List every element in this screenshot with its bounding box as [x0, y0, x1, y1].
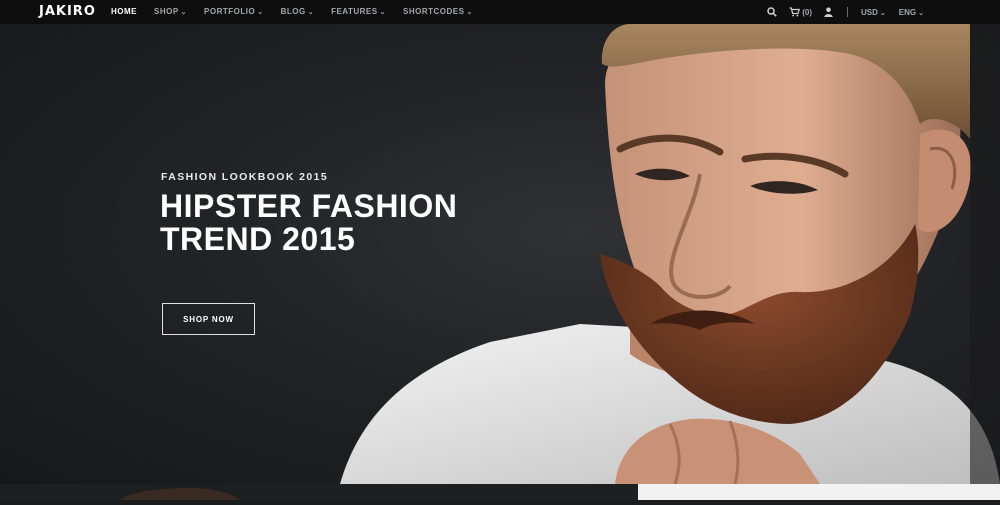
chevron-down-icon: ⌄ — [180, 8, 188, 16]
nav-item-shortcodes[interactable]: SHORTCODES ⌄ — [403, 0, 473, 25]
nav-utilities: (0) USD ⌄ ENG ⌄ — [755, 0, 924, 24]
hero-headline-line2: TREND 2015 — [160, 221, 356, 257]
top-navbar: JAKIRO HOME SHOP ⌄ PORTFOLIO ⌄ BLOG ⌄ FEATU… — [0, 0, 1000, 24]
nav-divider — [847, 7, 849, 17]
language-selector[interactable]: ENG ⌄ — [899, 8, 924, 17]
user-icon[interactable] — [824, 7, 833, 17]
nav-item-portfolio-label: PORTFOLIO — [204, 6, 256, 16]
main-menu: HOME SHOP ⌄ PORTFOLIO ⌄ BLOG ⌄ FEATURES ⌄ SH… — [111, 0, 490, 24]
chevron-down-icon: ⌄ — [257, 8, 264, 16]
hero-headline-line1: HIPSTER FASHION — [160, 188, 458, 224]
chevron-down-icon: ⌄ — [879, 9, 886, 17]
hero-slider: FASHION LOOKBOOK 2015 HIPSTER FASHION TR… — [0, 24, 1000, 484]
cart-button[interactable]: (0) — [789, 7, 812, 17]
nav-item-blog[interactable]: BLOG ⌄ — [281, 0, 314, 25]
language-label: ENG — [898, 7, 917, 17]
nav-item-shortcodes-label: SHORTCODES — [402, 6, 465, 16]
cart-count: (0) — [802, 7, 813, 17]
chevron-down-icon: ⌄ — [307, 8, 315, 16]
chevron-down-icon: ⌄ — [466, 8, 473, 16]
nav-item-home[interactable]: HOME — [111, 0, 137, 24]
next-section-light-panel — [638, 484, 1000, 500]
nav-item-features-label: FEATURES — [331, 6, 378, 16]
currency-label: USD — [861, 7, 878, 17]
nav-item-shop-label: SHOP — [154, 6, 179, 16]
nav-item-shop[interactable]: SHOP ⌄ — [154, 0, 187, 25]
nav-item-features[interactable]: FEATURES ⌄ — [331, 0, 386, 25]
nav-item-portfolio[interactable]: PORTFOLIO ⌄ — [204, 0, 264, 25]
shop-now-button[interactable]: SHOP NOW — [162, 303, 255, 335]
nav-item-blog-label: BLOG — [280, 6, 306, 16]
next-section-image — [120, 488, 240, 500]
hero-kicker: FASHION LOOKBOOK 2015 — [161, 171, 329, 183]
cart-icon — [789, 7, 801, 17]
nav-item-home-label: HOME — [111, 7, 137, 16]
next-section-dark-panel — [0, 484, 638, 500]
currency-selector[interactable]: USD ⌄ — [861, 8, 886, 17]
hero-headline: HIPSTER FASHION TREND 2015 — [160, 190, 457, 256]
site-logo[interactable]: JAKIRO — [39, 3, 96, 21]
search-icon[interactable] — [767, 7, 778, 17]
chevron-down-icon: ⌄ — [918, 9, 924, 17]
chevron-down-icon: ⌄ — [379, 8, 386, 16]
